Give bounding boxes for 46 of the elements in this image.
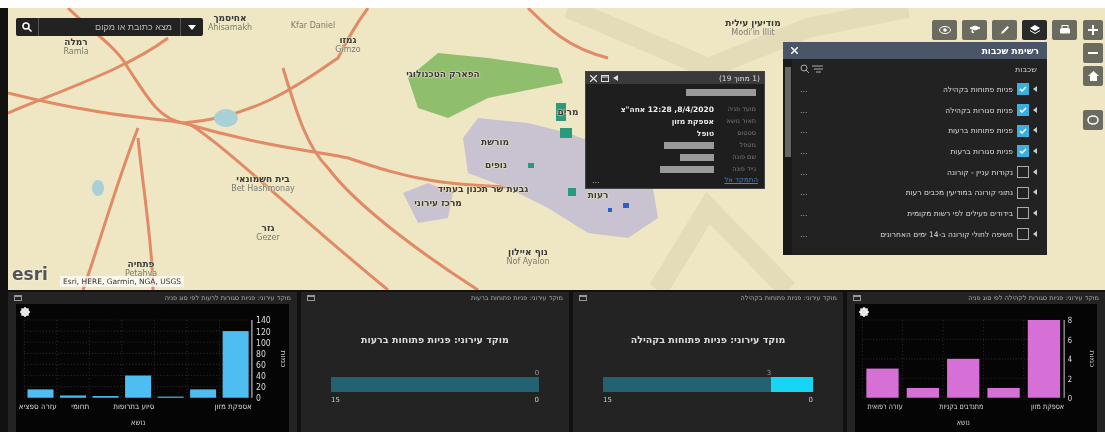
section-heading: שכבות [1015, 64, 1037, 74]
gauge-heading: מוקד עירוני: פניות פתוחות בקהילה [630, 334, 786, 345]
category-label: תחומי [71, 401, 90, 412]
axis-tick-label: 140 [256, 315, 271, 326]
place-label: פתחיה [127, 260, 155, 269]
place-label: Ahisamakh [207, 23, 253, 32]
panel-title: רשימת שכבות [981, 45, 1039, 56]
category-label: סיוע בתרופות [113, 401, 155, 412]
logo: esri [12, 264, 48, 284]
axis-tick-label: 8 [1067, 315, 1073, 326]
axis-tick-label: 120 [256, 326, 271, 337]
place-label: רעות [587, 191, 609, 200]
place-label: מורשת [481, 138, 509, 147]
place-label: Gezer [256, 233, 280, 242]
axis-tick-label: 2 [1067, 374, 1073, 384]
axis-tick-label: 0 [256, 392, 261, 404]
place-label: נופים [485, 161, 507, 170]
axis-tick-label: 80 [256, 348, 266, 359]
place-label: מרכז עירוני [414, 199, 462, 208]
place-label: גזר [261, 224, 275, 233]
category-label: אספקת מזון [1030, 401, 1065, 412]
place-label: גבעת שר תכנון בעתיד [437, 185, 529, 194]
place-label: אחיסמך [213, 14, 247, 23]
category-label: עזרה ספציא [18, 401, 57, 412]
place-label: Ramla [63, 47, 89, 56]
place-label: Nof Ayalon [506, 257, 550, 266]
axis-tick-label: 20 [256, 381, 266, 393]
axis-tick-label: 4 [1067, 354, 1073, 365]
place-label: גמזו [339, 36, 357, 45]
place-label: נוף איילון [508, 248, 548, 257]
axis-tick-label: 60 [256, 359, 266, 370]
category-label: מתנדבים בקניות [939, 401, 984, 412]
place-label: Kfar Daniel [290, 21, 336, 30]
axis-title: נושא [956, 417, 970, 428]
category-label: אספקת מזון [214, 401, 252, 412]
place-label: בית חשמונאי [236, 175, 290, 184]
place-label: מודיעין עילית [725, 19, 781, 28]
axis-title: נושא [130, 417, 146, 428]
axis-tick-label: 6 [1067, 335, 1073, 346]
place-label: רמלה [64, 38, 88, 47]
category-label: עזרה רפואית [867, 401, 903, 412]
axis-tick-label: 40 [256, 370, 266, 382]
axis-tick-label: 100 [256, 337, 271, 348]
gauge-heading: מוקד עירוני: פניות פתוחות ברעות [361, 334, 509, 345]
axis-tick-label: 0 [1067, 393, 1073, 404]
place-label: Modi'in Illit [731, 28, 775, 37]
